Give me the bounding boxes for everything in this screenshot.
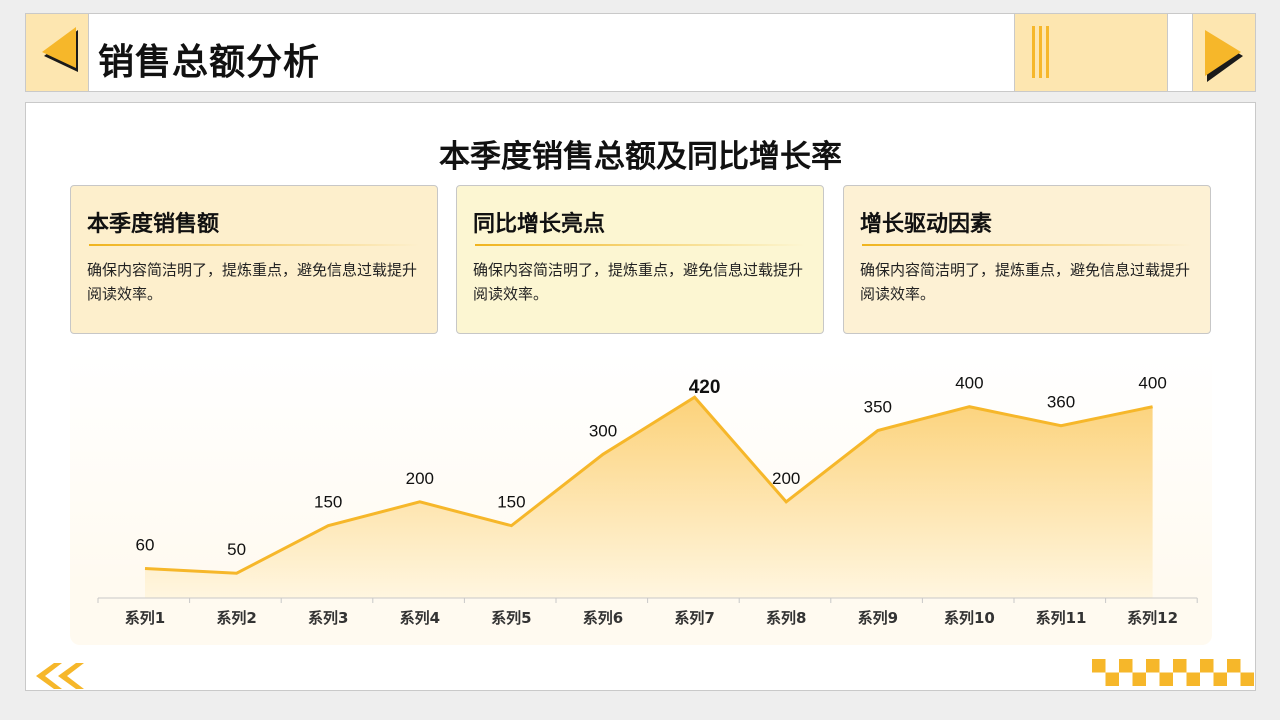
data-label: 150	[314, 493, 342, 512]
data-label: 400	[1138, 374, 1166, 393]
decorative-stripes	[1014, 14, 1168, 91]
content-panel: 本季度销售总额及同比增长率 本季度销售额 确保内容简洁明了，提炼重点，避免信息过…	[25, 102, 1256, 691]
x-tick-label: 系列11	[1036, 609, 1087, 627]
x-tick-label: 系列12	[1127, 609, 1178, 627]
checker-pattern	[1092, 659, 1254, 686]
page-title: 销售总额分析	[98, 42, 321, 83]
previous-button[interactable]	[26, 14, 89, 91]
checker-square	[1159, 672, 1173, 686]
data-label: 360	[1047, 393, 1075, 412]
data-label: 400	[955, 374, 983, 393]
double-chevron-left-icon	[36, 663, 84, 689]
chart-container: 系列1 系列2 系列3 系列4 系列5 系列6 系列7 系列8 系列9 系列10 系列11 系列12 6…	[70, 351, 1212, 645]
header-bar: 销售总额分析	[25, 13, 1256, 92]
checker-square	[1186, 672, 1200, 686]
data-label: 50	[227, 540, 246, 559]
info-card-drivers: 增长驱动因素 确保内容简洁明了，提炼重点，避免信息过载提升阅读效率。	[843, 185, 1211, 334]
x-tick-label: 系列5	[491, 609, 531, 627]
checker-square	[1240, 672, 1254, 686]
checker-square	[1173, 659, 1187, 673]
data-label: 300	[589, 421, 617, 440]
card-divider	[89, 244, 419, 246]
x-tick-label: 系列1	[125, 609, 165, 627]
card-divider	[475, 244, 805, 246]
x-tick-label: 系列2	[216, 609, 256, 627]
card-title: 同比增长亮点	[473, 212, 606, 237]
data-label: 200	[406, 469, 434, 488]
checker-square	[1146, 659, 1160, 673]
x-tick-label: 系列10	[944, 609, 995, 627]
checker-square	[1132, 672, 1146, 686]
checker-square	[1227, 659, 1241, 673]
card-body: 确保内容简洁明了，提炼重点，避免信息过载提升阅读效率。	[860, 261, 1191, 303]
x-tick-label: 系列7	[674, 609, 714, 627]
section-title: 本季度销售总额及同比增长率	[439, 139, 842, 175]
x-tick-label: 系列4	[400, 609, 440, 627]
data-label: 420	[689, 377, 721, 398]
info-card-growth: 同比增长亮点 确保内容简洁明了，提炼重点，避免信息过载提升阅读效率。	[456, 185, 824, 334]
triangle-left-icon	[42, 27, 78, 72]
card-body: 确保内容简洁明了，提炼重点，避免信息过载提升阅读效率。	[473, 261, 804, 303]
checker-square	[1213, 672, 1227, 686]
card-body: 确保内容简洁明了，提炼重点，避免信息过载提升阅读效率。	[87, 261, 418, 303]
checker-square	[1119, 659, 1133, 673]
next-button[interactable]	[1192, 14, 1255, 91]
checker-square	[1092, 659, 1106, 673]
x-tick-label: 系列9	[858, 609, 898, 627]
card-title: 本季度销售额	[87, 212, 220, 237]
data-label: 200	[772, 469, 800, 488]
x-tick-label: 系列6	[583, 609, 623, 627]
checker-square	[1105, 672, 1119, 686]
data-label: 60	[136, 535, 155, 554]
x-tick-label: 系列3	[308, 609, 348, 627]
data-label: 150	[497, 493, 525, 512]
x-tick-label: 系列8	[766, 609, 806, 627]
card-divider	[862, 244, 1192, 246]
card-title: 增长驱动因素	[860, 212, 993, 237]
checker-square	[1200, 659, 1214, 673]
data-label: 350	[864, 398, 892, 417]
area-chart: 系列1 系列2 系列3 系列4 系列5 系列6 系列7 系列8 系列9 系列10 系列11 系列12 6…	[97, 374, 1198, 627]
info-card-sales: 本季度销售额 确保内容简洁明了，提炼重点，避免信息过载提升阅读效率。	[70, 185, 438, 334]
triangle-right-icon	[1205, 30, 1243, 82]
